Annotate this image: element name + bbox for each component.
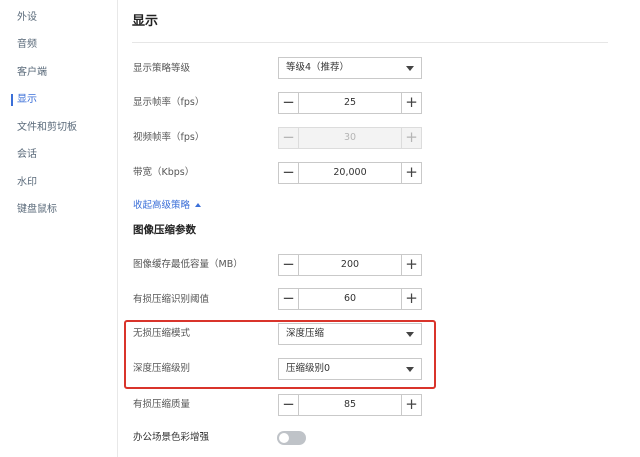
main-panel: 显示 显示策略等级 等级4（推荐） 显示帧率（fps） − 25 + 视频帧率（… [118,0,640,457]
image-cache-min-label: 图像缓存最低容量（MB） [133,259,243,270]
bandwidth-value[interactable]: 20,000 [299,163,401,183]
lossy-quality-stepper: − 85 + [278,394,422,416]
title-divider [132,42,608,43]
collapse-advanced-link[interactable]: 收起高级策略 [133,197,202,211]
frame-rate-decrement-button[interactable]: − [279,93,299,113]
sidebar-item-watermark[interactable]: 水印 [0,171,117,195]
deep-level-select[interactable]: 压缩级别0 [278,358,422,380]
video-frame-rate-stepper: − 30 + [278,127,422,149]
chevron-down-icon [406,367,414,372]
image-cache-min-decrement-button[interactable]: − [279,255,299,275]
policy-level-value: 等级4（推荐） [286,62,350,73]
lossy-threshold-increment-button[interactable]: + [401,289,421,309]
lossy-quality-value[interactable]: 85 [299,395,401,415]
sidebar-item-client[interactable]: 客户端 [0,61,117,85]
collapse-advanced-label: 收起高级策略 [133,200,191,211]
bandwidth-stepper: − 20,000 + [278,162,422,184]
frame-rate-label: 显示帧率（fps） [133,97,205,108]
office-color-label: 办公场景色彩增强 [133,432,210,443]
lossy-quality-label: 有损压缩质量 [133,399,191,410]
deep-level-label: 深度压缩级别 [133,363,191,374]
lossless-mode-value: 深度压缩 [286,328,325,339]
video-frame-rate-decrement-button: − [279,128,299,148]
lossy-threshold-label: 有损压缩识别阈值 [133,294,210,305]
lossy-threshold-decrement-button[interactable]: − [279,289,299,309]
policy-level-select[interactable]: 等级4（推荐） [278,57,422,79]
deep-level-value: 压缩级别0 [286,363,331,374]
sidebar-item-session[interactable]: 会话 [0,143,117,167]
bandwidth-label: 带宽（Kbps） [133,167,195,178]
video-frame-rate-increment-button: + [401,128,421,148]
lossless-mode-label: 无损压缩模式 [133,328,191,339]
frame-rate-increment-button[interactable]: + [401,93,421,113]
section-title-image-compression: 图像压缩参数 [133,224,196,236]
chevron-up-icon [195,203,202,207]
lossy-quality-increment-button[interactable]: + [401,395,421,415]
office-color-toggle[interactable] [277,431,306,445]
lossless-mode-select[interactable]: 深度压缩 [278,323,422,345]
policy-level-label: 显示策略等级 [133,63,191,74]
video-frame-rate-value: 30 [343,132,357,143]
lossy-threshold-stepper: − 60 + [278,288,422,310]
bandwidth-increment-button[interactable]: + [401,163,421,183]
chevron-down-icon [406,332,414,337]
image-cache-min-stepper: − 200 + [278,254,422,276]
bandwidth-decrement-button[interactable]: − [279,163,299,183]
frame-rate-stepper: − 25 + [278,92,422,114]
sidebar: 外设 音频 客户端 显示 文件和剪切板 会话 水印 键盘鼠标 [0,0,118,457]
video-frame-rate-label: 视频帧率（fps） [133,132,205,143]
lossy-threshold-value[interactable]: 60 [299,289,401,309]
image-cache-min-value[interactable]: 200 [299,255,401,275]
sidebar-item-audio[interactable]: 音频 [0,33,117,57]
sidebar-item-peripheral[interactable]: 外设 [0,6,117,30]
image-cache-min-increment-button[interactable]: + [401,255,421,275]
sidebar-item-display[interactable]: 显示 [0,88,117,112]
lossy-quality-decrement-button[interactable]: − [279,395,299,415]
chevron-down-icon [406,66,414,71]
toggle-knob [279,433,289,443]
sidebar-item-file-clipboard[interactable]: 文件和剪切板 [0,116,117,140]
sidebar-item-keyboard-mouse[interactable]: 键盘鼠标 [0,198,117,222]
frame-rate-value[interactable]: 25 [299,93,401,113]
page-title: 显示 [132,14,159,29]
